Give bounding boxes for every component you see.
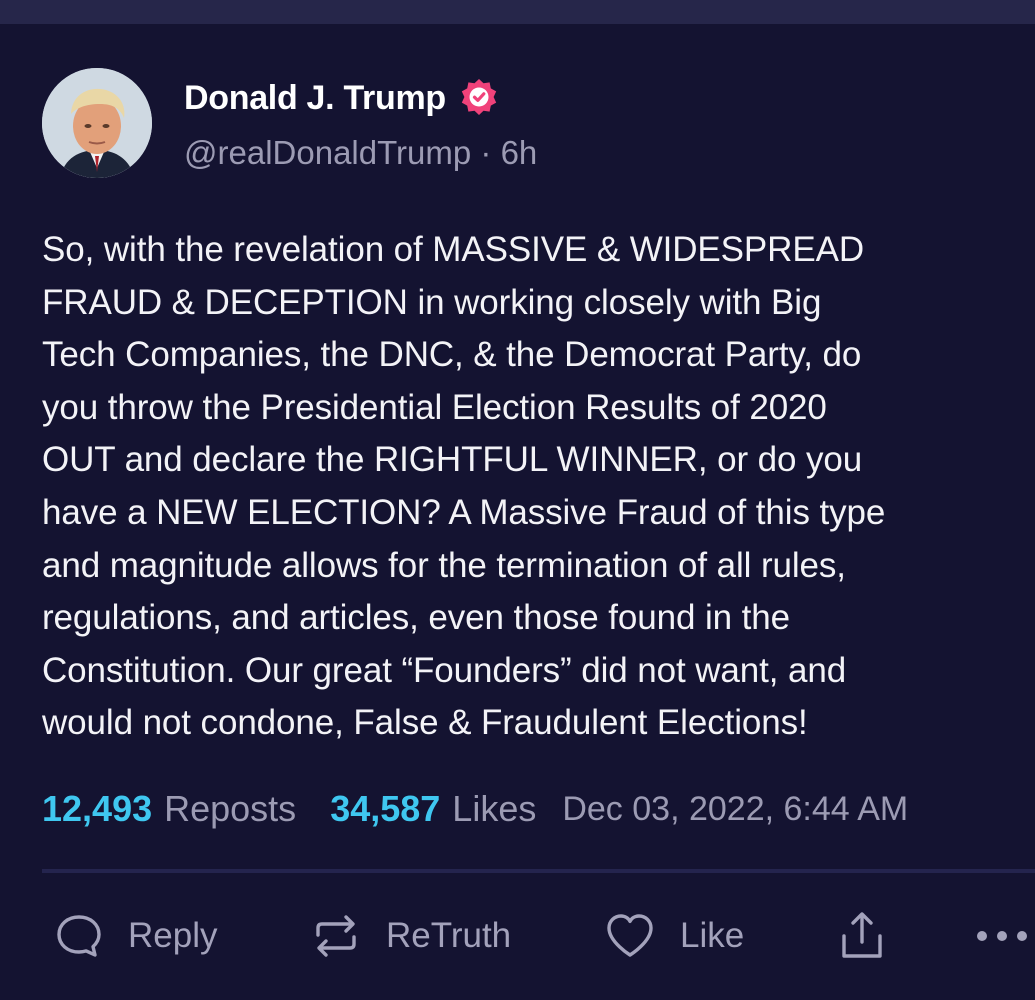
share-button[interactable] xyxy=(838,904,886,968)
like-label: Like xyxy=(680,916,745,955)
author-row: Donald J. Trump xyxy=(184,76,500,120)
author-display-name[interactable]: Donald J. Trump xyxy=(184,79,446,118)
author-handle[interactable]: @realDonaldTrump xyxy=(184,134,471,171)
reposts-label: Reposts xyxy=(164,788,297,829)
like-button[interactable]: Like xyxy=(604,904,744,968)
likes-label: Likes xyxy=(452,788,537,829)
top-bar xyxy=(0,0,1035,24)
post-timestamp: Dec 03, 2022, 6:44 AM xyxy=(562,789,909,828)
avatar[interactable] xyxy=(42,68,152,178)
reposts-stat[interactable]: 12,493 Reposts xyxy=(42,788,296,830)
speech-bubble-icon xyxy=(54,911,104,961)
reposts-count: 12,493 xyxy=(42,788,153,829)
post-stats: 12,493 Reposts 34,587 Likes Dec 03, 2022… xyxy=(42,784,908,834)
share-upload-icon xyxy=(838,910,886,962)
retruth-label: ReTruth xyxy=(386,916,512,955)
meta-separator: · xyxy=(471,134,501,171)
likes-stat[interactable]: 34,587 Likes xyxy=(330,788,536,830)
retruth-button[interactable]: ReTruth xyxy=(310,904,511,968)
more-dots-icon xyxy=(976,926,1032,946)
reply-label: Reply xyxy=(128,916,218,955)
heart-icon xyxy=(604,911,656,961)
likes-count: 34,587 xyxy=(330,788,441,829)
post-body-text: So, with the revelation of MASSIVE & WID… xyxy=(42,230,886,743)
repost-arrows-icon xyxy=(310,911,362,961)
verified-badge-icon xyxy=(458,77,500,119)
post-time-ago[interactable]: 6h xyxy=(501,134,538,171)
post-card: Donald J. Trump @realDonaldTrump · 6h So… xyxy=(0,24,1035,1000)
author-meta: @realDonaldTrump · 6h xyxy=(184,134,537,172)
more-button[interactable] xyxy=(976,904,1032,968)
reply-button[interactable]: Reply xyxy=(54,904,217,968)
divider xyxy=(42,869,1035,873)
action-bar: Reply ReTruth Like xyxy=(0,904,1035,968)
